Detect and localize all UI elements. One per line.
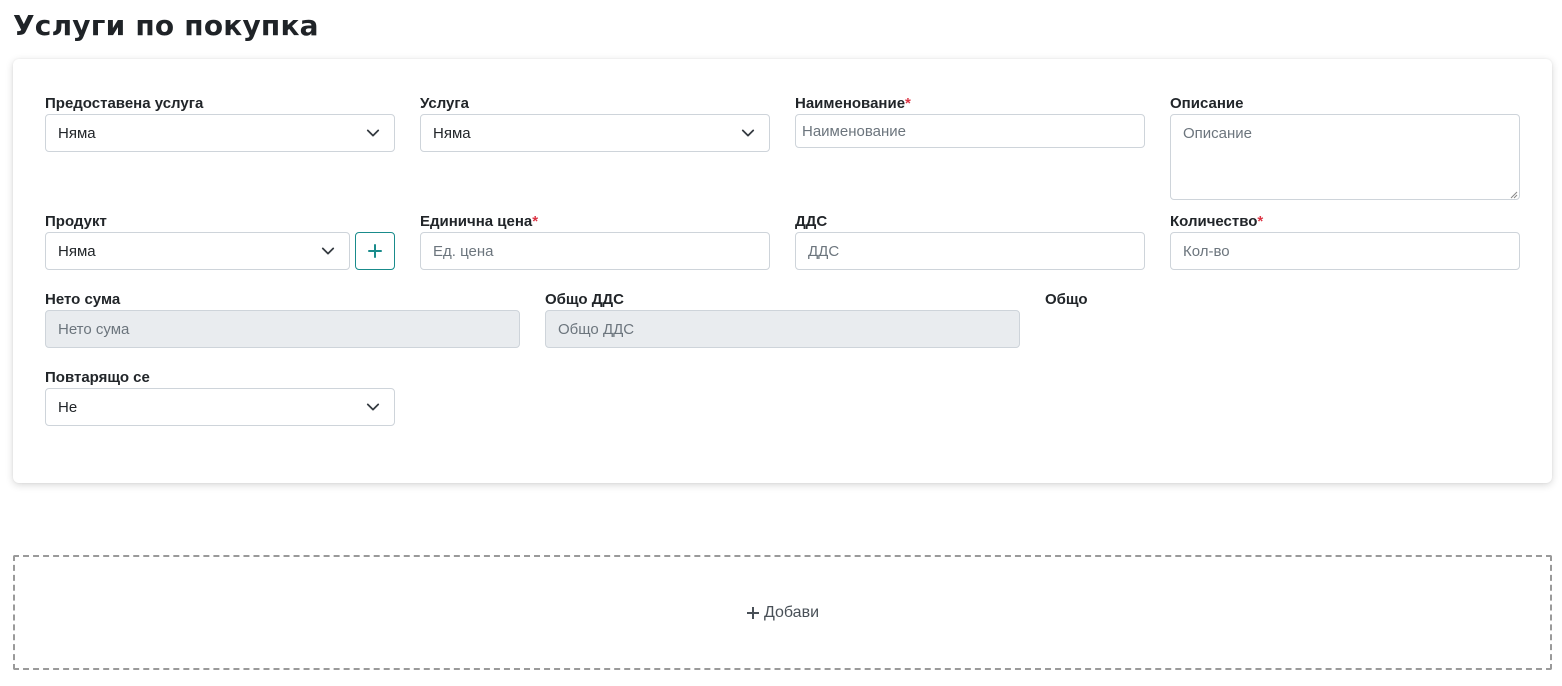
resize-grip-icon[interactable] [1510,191,1518,199]
name-input-wrapper [795,114,1145,148]
recurring-select[interactable]: Не [45,388,395,426]
total-label: Общо [1045,291,1088,308]
chevron-down-icon [741,129,755,137]
add-product-button[interactable] [355,232,395,270]
page-title: Услуги по покупка [13,9,319,42]
plus-icon [746,606,760,620]
description-label: Описание [1170,95,1244,112]
recurring-label: Повтарящо се [45,369,150,386]
required-asterisk: * [905,95,911,112]
chevron-down-icon [366,129,380,137]
add-label: Добави [763,603,820,621]
description-textarea[interactable] [1170,114,1520,200]
vat-input-wrapper [795,232,1145,270]
service-label: Услуга [420,95,469,112]
provided-service-value: Няма [58,125,96,142]
net-sum-input-wrapper [45,310,520,348]
required-asterisk: * [532,213,539,230]
total-vat-input [546,311,1019,347]
quantity-input-wrapper [1170,232,1520,270]
chevron-down-icon [366,403,380,411]
quantity-input[interactable] [1171,233,1519,269]
provided-service-select[interactable]: Няма [45,114,395,152]
required-asterisk: * [1257,213,1264,230]
product-value: Няма [58,243,96,260]
product-select[interactable]: Няма [45,232,350,270]
service-select[interactable]: Няма [420,114,770,152]
unit-price-label: Единична цена* [420,213,539,230]
net-sum-label: Нето сума [45,291,121,308]
total-vat-label: Общо ДДС [545,291,624,308]
net-sum-input [46,311,519,347]
plus-icon [368,244,382,258]
name-input[interactable] [796,115,1144,147]
vat-label: ДДС [795,213,828,230]
name-label: Наименование* [795,95,911,112]
chevron-down-icon [321,247,335,255]
service-value: Няма [433,125,471,142]
product-label: Продукт [45,213,107,230]
provided-service-label: Предоставена услуга [45,95,204,112]
vat-input[interactable] [796,233,1144,269]
recurring-value: Не [58,399,78,416]
quantity-label: Количество* [1170,213,1264,230]
add-item-dropzone[interactable]: Добави [13,555,1552,670]
total-vat-input-wrapper [545,310,1020,348]
unit-price-input-wrapper [420,232,770,270]
purchase-service-card: Предоставена услуга Няма Услуга Няма Наи… [13,59,1552,483]
unit-price-input[interactable] [421,233,769,269]
